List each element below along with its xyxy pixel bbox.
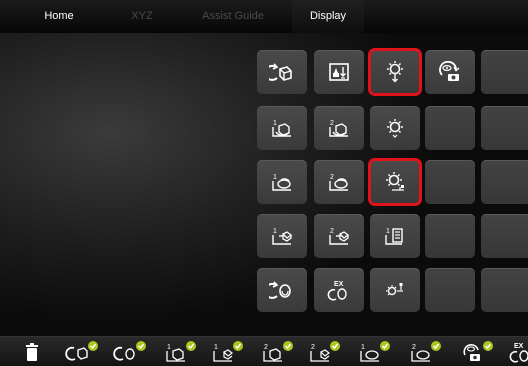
rotate-solid-2-button[interactable]: 2 (314, 106, 364, 150)
layer-transparency-button[interactable] (314, 50, 364, 94)
rotate-plane-2-check-icon: 2 (310, 341, 340, 362)
svg-text:2: 2 (412, 344, 416, 351)
empty-slot[interactable] (481, 50, 528, 94)
rotate-view-check-icon (65, 341, 98, 361)
rotate-plane-2-button[interactable]: 2 (314, 214, 364, 258)
svg-text:1: 1 (273, 174, 277, 181)
svg-text:2: 2 (311, 344, 315, 351)
rotate-ring-icon: 1 (272, 174, 291, 191)
rotate-ring-shortcut[interactable]: 1 (357, 340, 393, 364)
rotate-solid-shortcut[interactable]: 1 (163, 340, 199, 364)
rotate-ring-2-icon: 2 (329, 174, 348, 191)
rotate-ex-button[interactable]: EX (314, 268, 364, 312)
rotate-plane-1-check-icon: 1 (213, 341, 243, 362)
rotate-solid-2-shortcut[interactable]: 2 (260, 340, 296, 364)
svg-text:2: 2 (330, 228, 334, 235)
svg-text:1: 1 (214, 344, 218, 351)
light-adjust-icon (386, 283, 403, 296)
rotate-solid-button[interactable]: 1 (257, 106, 307, 150)
light-reset-button[interactable] (368, 158, 422, 206)
rotate-ring-button[interactable]: 1 (257, 160, 307, 204)
empty-slot[interactable] (425, 268, 475, 312)
camera-view-button[interactable] (425, 50, 475, 94)
rotate-ex-shortcut[interactable]: EX (508, 340, 528, 364)
empty-slot[interactable] (425, 106, 475, 150)
camera-view-icon (439, 61, 460, 81)
rotate-plane-1-shortcut[interactable]: 1 (210, 340, 246, 364)
tab-display[interactable]: Display (292, 0, 364, 33)
rotate-plane-2-shortcut[interactable]: 2 (307, 340, 343, 364)
rotate-object-icon (269, 281, 291, 299)
empty-slot[interactable] (425, 214, 475, 258)
svg-text:EX: EX (514, 343, 524, 350)
trash-icon (26, 343, 38, 361)
light-direction-icon (387, 119, 403, 138)
top-navigation-bar: Home XYZ Assist Guide Display (0, 0, 528, 33)
layer-transparency-icon (329, 63, 349, 81)
svg-text:1: 1 (386, 228, 390, 235)
light-bulb-icon (387, 61, 403, 83)
rotate-plane-2-icon: 2 (329, 228, 350, 245)
light-direction-button[interactable] (370, 106, 420, 150)
rotate-plane-1-button[interactable]: 1 (257, 214, 307, 258)
bottom-toolbar: 1 1 2 2 1 2 EX (0, 336, 528, 366)
trash-button[interactable] (22, 340, 42, 364)
svg-text:2: 2 (330, 120, 334, 127)
light-adjust-button[interactable] (370, 268, 420, 312)
rotate-view-shortcut[interactable] (65, 340, 101, 364)
svg-text:2: 2 (264, 344, 268, 351)
rotate-solid-check-icon: 1 (166, 341, 196, 362)
rotate-view-button[interactable] (257, 50, 307, 94)
empty-slot[interactable] (425, 160, 475, 204)
rotate-object-shortcut[interactable] (113, 340, 149, 364)
rotate-view-icon (269, 63, 292, 81)
rotate-ring-2-check-icon: 2 (411, 341, 441, 362)
tab-assist-guide[interactable]: Assist Guide (196, 0, 270, 33)
rotate-ex-icon: EX (327, 281, 347, 301)
svg-text:1: 1 (167, 344, 171, 351)
rotate-solid-icon: 1 (272, 120, 291, 137)
light-bulb-button[interactable] (368, 48, 422, 96)
tab-xyz[interactable]: XYZ (118, 0, 166, 33)
svg-text:EX: EX (334, 281, 344, 288)
svg-text:1: 1 (273, 228, 277, 235)
layer-stack-button[interactable]: 1 (370, 214, 420, 258)
camera-view-shortcut[interactable] (460, 340, 496, 364)
empty-slot[interactable] (481, 160, 528, 204)
svg-text:1: 1 (273, 120, 277, 127)
empty-slot[interactable] (481, 214, 528, 258)
empty-slot[interactable] (481, 268, 528, 312)
camera-view-check-icon (463, 341, 493, 361)
rotate-object-button[interactable] (257, 268, 307, 312)
rotate-solid-2-icon: 2 (329, 120, 348, 137)
rotate-ring-2-button[interactable]: 2 (314, 160, 364, 204)
rotate-ex-icon: EX (509, 343, 528, 363)
layer-stack-icon: 1 (385, 228, 403, 245)
rotate-ring-check-icon: 1 (360, 341, 390, 362)
svg-text:1: 1 (361, 344, 365, 351)
rotate-ring-2-shortcut[interactable]: 2 (408, 340, 444, 364)
rotate-plane-1-icon: 1 (272, 228, 293, 245)
svg-text:2: 2 (330, 174, 334, 181)
empty-slot[interactable] (481, 106, 528, 150)
rotate-solid-2-check-icon: 2 (263, 341, 293, 362)
tab-home[interactable]: Home (35, 0, 83, 33)
rotate-object-check-icon (113, 341, 146, 361)
light-reset-icon (386, 172, 404, 191)
